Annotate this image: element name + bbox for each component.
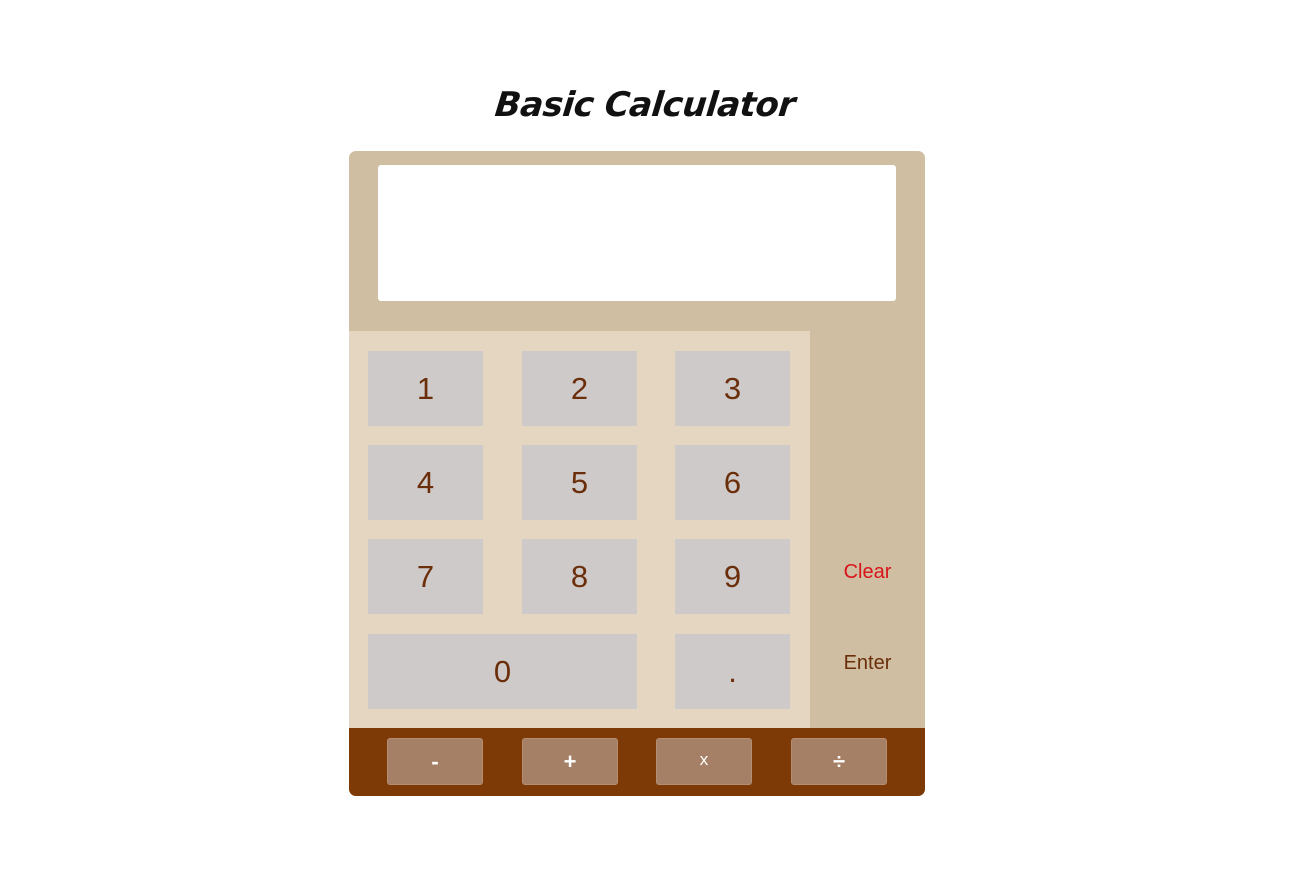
multiply-button[interactable]: x [656, 738, 752, 785]
key-5[interactable]: 5 [522, 445, 637, 520]
key-decimal[interactable]: . [675, 634, 790, 709]
number-keypad: 1 2 3 4 5 6 7 8 9 0 . [349, 331, 810, 728]
enter-button[interactable]: Enter [810, 652, 925, 675]
calculator: 1 2 3 4 5 6 7 8 9 0 . Clear Enter - + x … [349, 151, 925, 796]
key-3[interactable]: 3 [675, 351, 790, 426]
clear-button[interactable]: Clear [810, 561, 925, 584]
key-8[interactable]: 8 [522, 539, 637, 614]
key-6[interactable]: 6 [675, 445, 790, 520]
key-0[interactable]: 0 [368, 634, 637, 709]
key-9[interactable]: 9 [675, 539, 790, 614]
divide-button[interactable]: ÷ [791, 738, 887, 785]
add-button[interactable]: + [522, 738, 618, 785]
calculator-display [378, 165, 896, 301]
operator-bar: - + x ÷ [349, 728, 925, 796]
key-2[interactable]: 2 [522, 351, 637, 426]
page-title: Basic Calculator [493, 84, 797, 125]
key-1[interactable]: 1 [368, 351, 483, 426]
subtract-button[interactable]: - [387, 738, 483, 785]
key-4[interactable]: 4 [368, 445, 483, 520]
key-7[interactable]: 7 [368, 539, 483, 614]
